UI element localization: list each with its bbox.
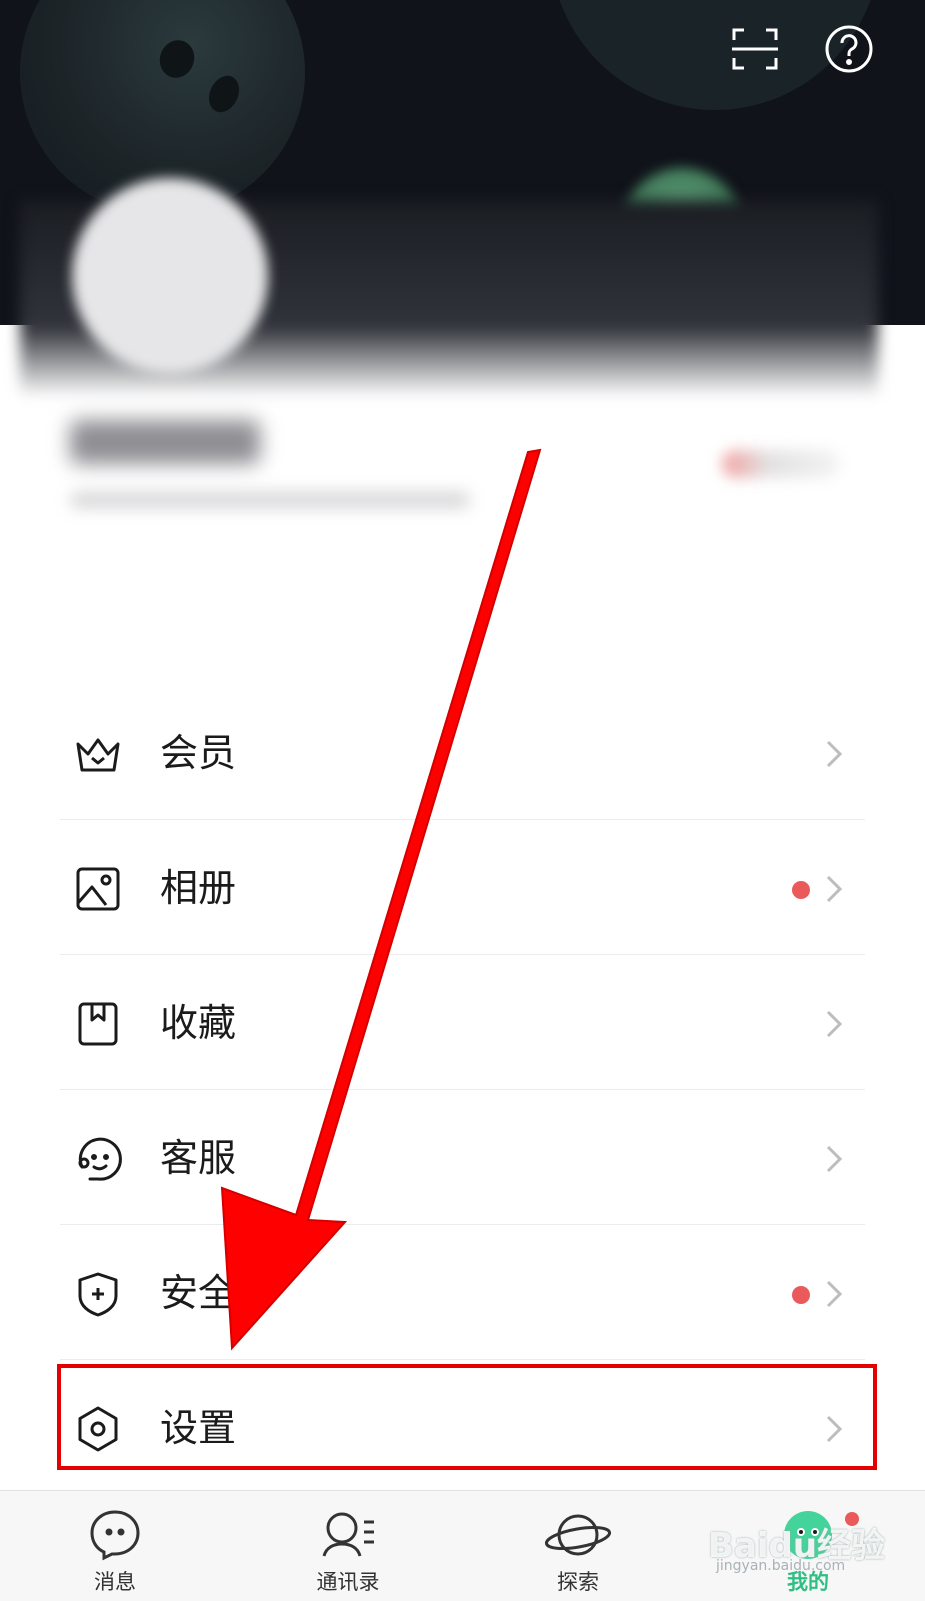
nickname-blurred xyxy=(70,420,260,464)
menu-item-label: 安全 xyxy=(160,1271,237,1315)
chevron-right-icon xyxy=(822,1008,846,1040)
tab-label: 通讯录 xyxy=(316,1570,380,1594)
bookmark-icon xyxy=(74,1000,122,1048)
chevron-right-icon xyxy=(822,1278,846,1310)
shield-plus-icon xyxy=(74,1270,122,1318)
help-icon[interactable] xyxy=(824,24,874,74)
contacts-icon xyxy=(322,1512,374,1557)
annotation-highlight-box xyxy=(56,1363,878,1471)
watermark-url: jingyan.baidu.com xyxy=(716,1558,846,1574)
menu-item-label: 相册 xyxy=(160,866,237,910)
planet-icon xyxy=(544,1514,612,1556)
profile-subtitle-blurred xyxy=(70,492,470,508)
chevron-right-icon xyxy=(822,873,846,905)
menu-item-label: 客服 xyxy=(160,1136,237,1180)
tab-explore[interactable]: 探索 xyxy=(488,1490,668,1600)
notification-dot xyxy=(792,881,810,899)
image-icon xyxy=(74,865,122,913)
customer-service-icon xyxy=(74,1135,122,1183)
scan-icon[interactable] xyxy=(730,24,780,74)
chevron-right-icon xyxy=(822,1143,846,1175)
avatar[interactable] xyxy=(72,178,268,374)
menu-item-favorites[interactable]: 收藏 xyxy=(60,955,865,1090)
tab-label: 消息 xyxy=(94,1570,136,1594)
menu-item-customer-service[interactable]: 客服 xyxy=(60,1090,865,1225)
notification-dot xyxy=(792,1286,810,1304)
tab-messages[interactable]: 消息 xyxy=(25,1490,205,1600)
menu-item-vip[interactable]: 会员 xyxy=(60,685,865,820)
chat-bubble-icon xyxy=(90,1510,140,1561)
menu-item-label: 会员 xyxy=(160,731,237,775)
menu-item-security[interactable]: 安全 xyxy=(60,1225,865,1360)
menu-item-album[interactable]: 相册 xyxy=(60,820,865,955)
profile-status-chip-blurred[interactable] xyxy=(722,450,840,478)
tab-label: 探索 xyxy=(557,1570,599,1594)
crown-icon xyxy=(74,730,122,778)
tab-contacts[interactable]: 通讯录 xyxy=(258,1490,438,1600)
chevron-right-icon xyxy=(822,738,846,770)
menu-item-label: 收藏 xyxy=(160,1001,237,1045)
